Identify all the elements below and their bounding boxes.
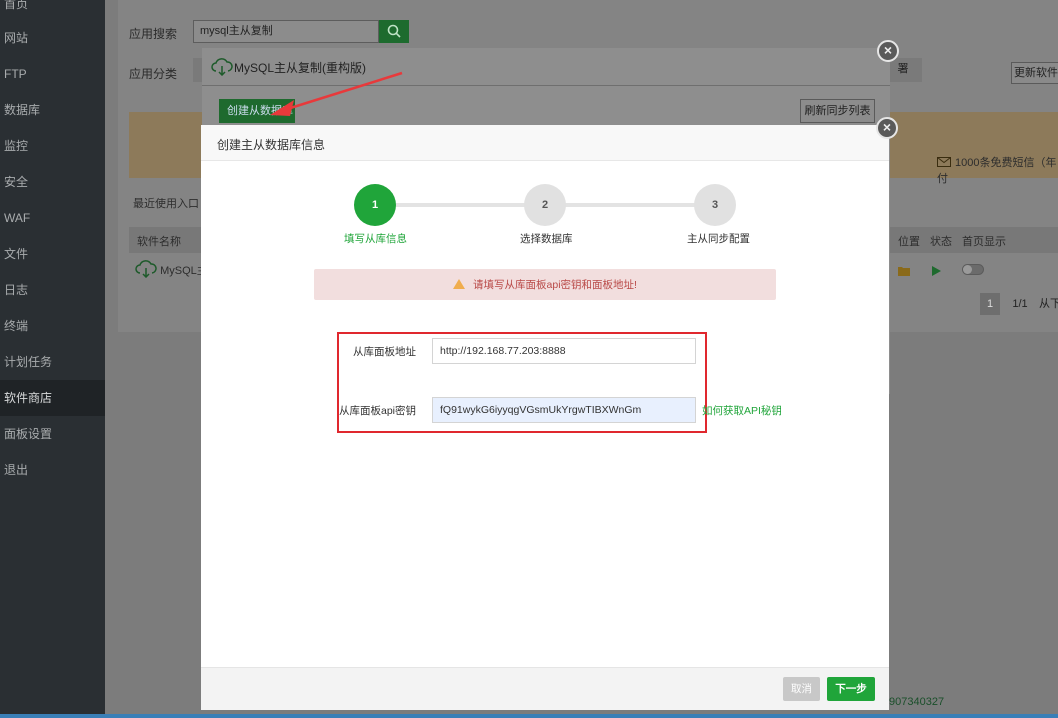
folder-icon[interactable] <box>898 265 910 279</box>
panel-address-label: 从库面板地址 <box>353 346 416 358</box>
close-icon[interactable]: × <box>877 40 899 62</box>
app-search-input[interactable]: mysql主从复制 <box>193 20 379 43</box>
cloud-sync-icon <box>135 260 157 279</box>
sidebar-item-monitor[interactable]: 监控 <box>0 128 105 164</box>
sidebar-item-website[interactable]: 网站 <box>0 20 105 56</box>
api-key-label: 从库面板api密钥 <box>338 405 416 417</box>
sidebar-item-cron[interactable]: 计划任务 <box>0 344 105 380</box>
search-button[interactable] <box>379 20 409 43</box>
mail-icon <box>937 157 951 167</box>
sidebar-item-files[interactable]: 文件 <box>0 236 105 272</box>
col-home-display: 首页显示 <box>962 236 1006 248</box>
close-icon[interactable]: × <box>876 117 898 139</box>
app-row[interactable]: MySQL主 <box>135 260 208 279</box>
sidebar: 首页 网站 FTP 数据库 监控 安全 WAF 文件 日志 终端 计划任务 软件… <box>0 0 105 718</box>
step-1-circle: 1 <box>354 184 396 226</box>
bottom-bar <box>0 714 1058 718</box>
sidebar-item-terminal[interactable]: 终端 <box>0 308 105 344</box>
panel-address-input[interactable]: http://192.168.77.203:8888 <box>432 338 696 364</box>
sms-promo: 1000条免费短信（年付 <box>937 154 1058 186</box>
step-2-circle: 2 <box>524 184 566 226</box>
play-icon[interactable] <box>931 265 941 279</box>
next-step-button[interactable]: 下一步 <box>827 677 875 701</box>
col-status: 状态 <box>930 236 952 248</box>
sms-promo-text: 1000条免费短信（年付 <box>937 157 1057 185</box>
dialog-title: 创建主从数据库信息 <box>217 138 326 152</box>
sidebar-item-ftp[interactable]: FTP <box>0 56 105 92</box>
step-1-label: 填写从库信息 <box>344 233 407 245</box>
page-next[interactable]: 从下 <box>1038 293 1058 315</box>
cloud-sync-icon <box>211 58 233 76</box>
step-3-circle: 3 <box>694 184 736 226</box>
get-api-key-link[interactable]: 如何获取API秘钥 <box>702 403 782 418</box>
step-2-label: 选择数据库 <box>520 233 573 245</box>
sidebar-item-database[interactable]: 数据库 <box>0 92 105 128</box>
sidebar-item-app-store[interactable]: 软件商店 <box>0 380 105 416</box>
dialog-header: 创建主从数据库信息 <box>201 125 889 161</box>
alert-text: 请填写从库面板api密钥和面板地址! <box>473 279 637 291</box>
page-current[interactable]: 1 <box>980 293 1000 315</box>
warning-icon <box>453 279 466 289</box>
step-connector <box>565 203 695 207</box>
sidebar-item-panel-settings[interactable]: 面板设置 <box>0 416 105 452</box>
update-software-button[interactable]: 更新软件 <box>1011 62 1058 84</box>
page-total: 1/1 <box>1012 298 1028 310</box>
annotation-arrow <box>270 71 403 116</box>
recent-label: 最近使用入口 <box>133 198 199 210</box>
step-connector <box>395 203 525 207</box>
refresh-sync-list-button[interactable]: 刷新同步列表 <box>800 99 875 123</box>
col-position: 位置 <box>898 236 920 248</box>
create-replication-dialog: 创建主从数据库信息 1 2 3 填写从库信息 选择数据库 主从同步配置 请填写从… <box>201 125 889 710</box>
sidebar-item-security[interactable]: 安全 <box>0 164 105 200</box>
search-label: 应用搜索 <box>129 27 178 41</box>
contact-phone: 907340327 <box>889 696 945 708</box>
sidebar-item-logs[interactable]: 日志 <box>0 272 105 308</box>
category-label: 应用分类 <box>129 67 178 81</box>
cancel-button[interactable]: 取消 <box>783 677 820 701</box>
warning-alert: 请填写从库面板api密钥和面板地址! <box>314 269 776 300</box>
col-software-name: 软件名称 <box>137 236 181 248</box>
home-display-toggle[interactable] <box>962 264 984 275</box>
sidebar-item-waf[interactable]: WAF <box>0 200 105 236</box>
sidebar-item-home[interactable]: 首页 <box>0 0 105 22</box>
api-key-input[interactable]: fQ91wykG6iyyqgVGsmUkYrgwTIBXWnGm <box>432 397 696 423</box>
sidebar-item-logout[interactable]: 退出 <box>0 452 105 488</box>
search-icon <box>387 24 401 38</box>
step-3-label: 主从同步配置 <box>687 233 750 245</box>
